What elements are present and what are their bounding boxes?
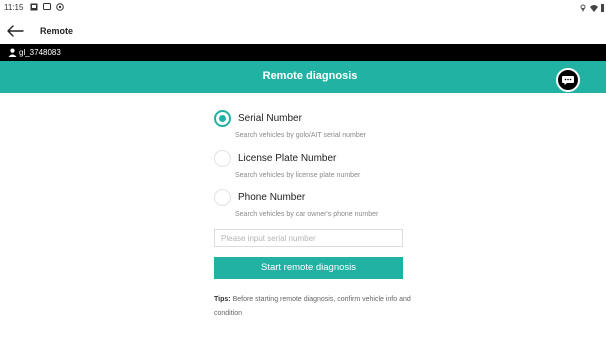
- section-title: Remote diagnosis: [262, 70, 358, 82]
- at-notification-icon: [56, 3, 64, 11]
- location-icon: [580, 4, 586, 12]
- chat-bubble-icon: [562, 76, 574, 85]
- user-icon: [8, 48, 17, 57]
- serial-number-input[interactable]: [214, 229, 403, 247]
- radio-label: License Plate Number: [238, 153, 337, 164]
- radio-description: Search vehicles by golo/AIT serial numbe…: [235, 132, 366, 139]
- page-title: Remote: [40, 26, 74, 36]
- back-arrow-icon[interactable]: [6, 22, 26, 40]
- message-notification-icon: [43, 3, 51, 10]
- radio-button[interactable]: [214, 150, 231, 167]
- status-bar: 11:15: [0, 0, 606, 18]
- tips-text: Tips: Before starting remote diagnosis, …: [214, 293, 414, 321]
- section-header: Remote diagnosis: [0, 61, 606, 93]
- radio-description: Search vehicles by car owner's phone num…: [235, 211, 379, 218]
- radio-license-plate-number[interactable]: License Plate Number: [214, 150, 336, 167]
- radio-description: Search vehicles by license plate number: [235, 172, 361, 179]
- start-remote-diagnosis-button[interactable]: Start remote diagnosis: [214, 257, 403, 279]
- radio-label: Serial Number: [238, 113, 302, 124]
- gallery-notification-icon: [30, 3, 38, 11]
- radio-label: Phone Number: [238, 192, 306, 203]
- battery-icon: [601, 4, 604, 12]
- user-bar: gl_3748083: [0, 44, 606, 61]
- app-title-bar: Remote: [0, 18, 606, 44]
- wifi-icon: [590, 5, 598, 12]
- tips-body: Before starting remote diagnosis, confir…: [214, 296, 411, 317]
- radio-button[interactable]: [214, 189, 231, 206]
- radio-serial-number[interactable]: Serial Number: [214, 110, 302, 127]
- radio-button-checked[interactable]: [214, 110, 231, 127]
- chat-button[interactable]: [556, 68, 580, 92]
- status-time: 11:15: [4, 3, 24, 12]
- tips-label: Tips:: [214, 296, 231, 303]
- username: gl_3748083: [19, 48, 61, 57]
- radio-phone-number[interactable]: Phone Number: [214, 189, 305, 206]
